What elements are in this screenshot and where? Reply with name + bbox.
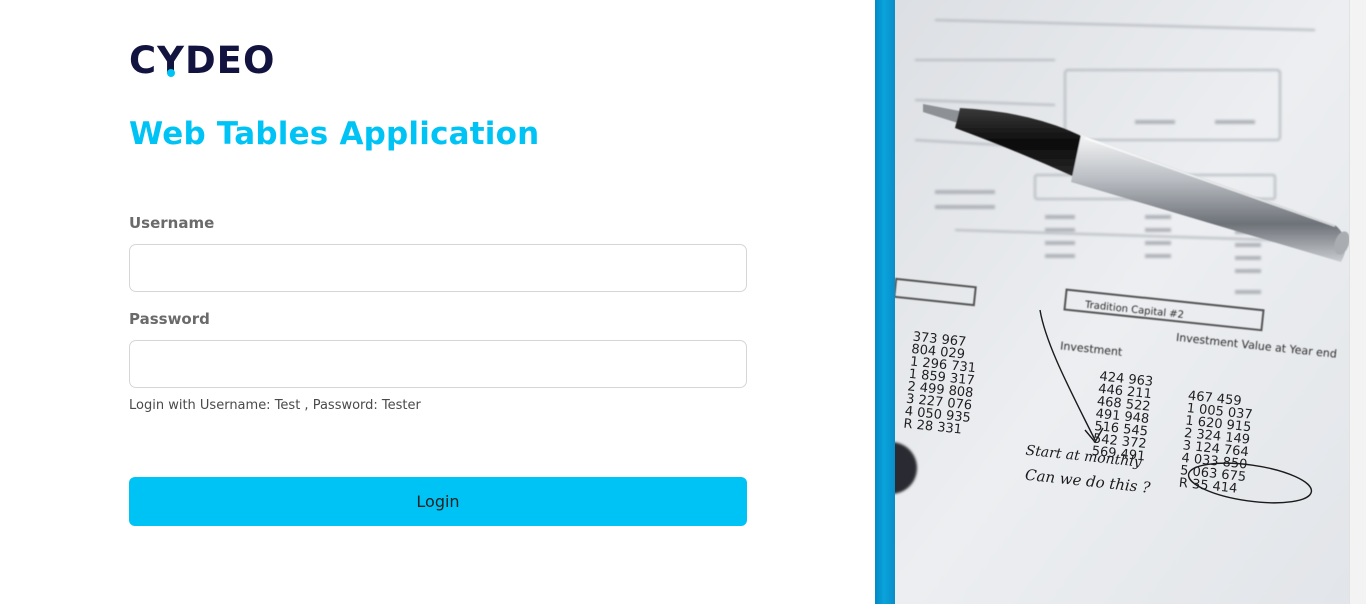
login-page: C Y DEO Web Tables Application Username Pa… [0,0,1366,604]
logo-prefix: C [129,38,158,82]
username-label: Username [129,214,215,232]
hero-image-panel: Tradition Capital #2 Investment Investme… [875,0,1366,604]
login-panel: C Y DEO Web Tables Application Username Pa… [0,0,875,604]
login-hint: Login with Username: Test , Password: Te… [129,398,421,413]
username-input[interactable] [129,244,747,292]
accent-stripe [875,0,895,604]
logo-y: Y [157,38,185,82]
password-input[interactable] [129,340,747,388]
logo-suffix: DEO [184,38,276,82]
scrollbar-track[interactable] [1349,0,1366,604]
login-button[interactable]: Login [129,477,747,526]
financial-document-pen-image: Tradition Capital #2 Investment Investme… [895,0,1349,604]
password-label: Password [129,310,210,328]
page-title: Web Tables Application [129,116,540,152]
cydeo-logo: C Y DEO [129,40,275,80]
